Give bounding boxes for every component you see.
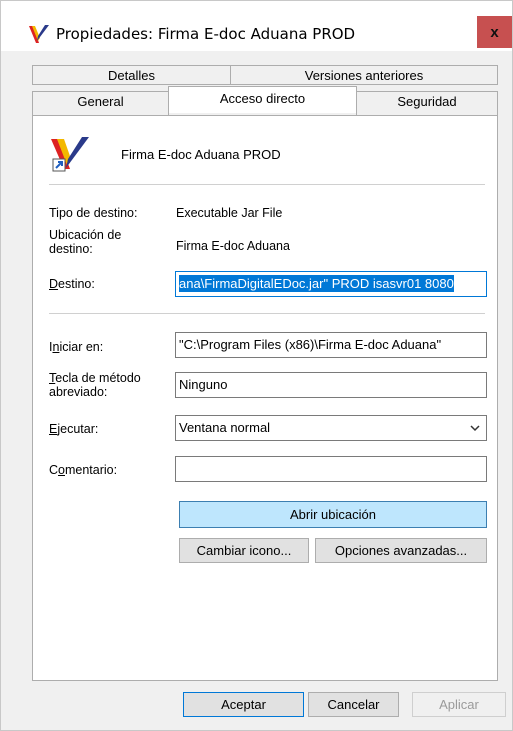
ejecutar-label: Ejecutar:	[49, 422, 99, 436]
close-button[interactable]: x	[477, 16, 512, 48]
tab-versiones-anteriores[interactable]: Versiones anteriores	[230, 65, 498, 85]
tab-acceso-directo[interactable]: Acceso directo	[168, 86, 357, 113]
chevron-down-icon	[470, 425, 480, 432]
tipo-destino-value: Executable Jar File	[176, 206, 283, 220]
properties-dialog: Propiedades: Firma E-doc Aduana PROD x D…	[0, 0, 513, 731]
ubicacion-destino-label: Ubicación de destino:	[49, 228, 122, 256]
window-title: Propiedades: Firma E-doc Aduana PROD	[56, 25, 356, 43]
tab-detalles[interactable]: Detalles	[32, 65, 231, 85]
separator-1	[49, 184, 485, 185]
destino-label-rest: estino:	[58, 277, 95, 291]
ubicacion-destino-value: Firma E-doc Aduana	[176, 239, 290, 253]
comentario-label: Comentario:	[49, 463, 118, 477]
opciones-avanzadas-button[interactable]: Opciones avanzadas...	[315, 538, 487, 563]
shortcut-name: Firma E-doc Aduana PROD	[121, 147, 281, 162]
aplicar-button[interactable]: Aplicar	[412, 692, 506, 717]
tab-general[interactable]: General	[32, 91, 169, 116]
tecla-metodo-label: Tecla de método abreviado:	[49, 371, 141, 399]
aceptar-button[interactable]: Aceptar	[183, 692, 304, 717]
tab-seguridad[interactable]: Seguridad	[356, 91, 498, 116]
separator-2	[49, 313, 485, 314]
destino-label: Destino:	[49, 277, 95, 291]
tipo-destino-label: Tipo de destino:	[49, 206, 138, 220]
destino-selected-text: ana\FirmaDigitalEDoc.jar" PROD isasvr01 …	[179, 275, 454, 292]
app-logo-icon	[29, 25, 49, 43]
firma-app-shortcut-icon	[51, 137, 89, 172]
destino-input[interactable]: ana\FirmaDigitalEDoc.jar" PROD isasvr01 …	[175, 271, 487, 297]
ejecutar-selected-value: Ventana normal	[179, 420, 271, 435]
iniciar-en-input[interactable]: "C:\Program Files (x86)\Firma E-doc Adua…	[175, 332, 487, 358]
cambiar-icono-button[interactable]: Cambiar icono...	[179, 538, 309, 563]
ejecutar-select[interactable]: Ventana normal	[175, 415, 487, 441]
abrir-ubicacion-button[interactable]: Abrir ubicación	[179, 501, 487, 528]
tecla-metodo-input[interactable]: Ninguno	[175, 372, 487, 398]
cancelar-button[interactable]: Cancelar	[308, 692, 399, 717]
title-bar[interactable]: Propiedades: Firma E-doc Aduana PROD x	[1, 1, 512, 51]
iniciar-en-label: Iniciar en:	[49, 340, 104, 354]
comentario-input[interactable]	[175, 456, 487, 482]
close-icon: x	[490, 23, 499, 41]
